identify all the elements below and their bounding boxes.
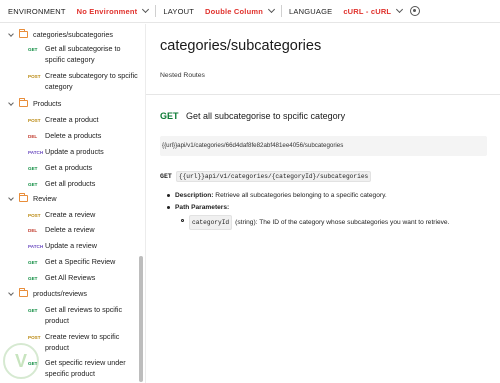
request-url[interactable]: {{url}}api/v1/categories/66d4daf8fe82abf…	[160, 136, 487, 156]
sidebar-request[interactable]: POST Create subcategory to spcific categ…	[28, 70, 142, 92]
watermark-logo: V	[3, 343, 39, 379]
request-label: Delete a review	[45, 225, 95, 234]
sidebar-request[interactable]: GET Get All Reviews	[28, 272, 142, 284]
language-selector[interactable]: LANGUAGE cURL - cURL	[289, 5, 404, 16]
folder-icon	[19, 98, 28, 107]
request-label: Create subcategory to spcific category	[45, 71, 138, 91]
description-item: Description: Retrieve all subcategories …	[167, 191, 497, 200]
description-label: Description:	[175, 192, 214, 199]
method-badge: POST	[28, 212, 41, 218]
sidebar-request[interactable]: PATCH Update a products	[28, 146, 142, 158]
method-badge: PATCH	[28, 149, 44, 155]
sidebar-folder-products[interactable]: Products	[8, 98, 62, 109]
sidebar-request[interactable]: GET Get specific review under specific p…	[28, 357, 142, 379]
request-label: Update a review	[45, 241, 97, 250]
request-details: Description: Retrieve all subcategories …	[167, 191, 497, 230]
folder-label: Products	[33, 99, 62, 108]
chevron-down-icon	[8, 100, 14, 106]
request-label: Get all products	[45, 179, 96, 188]
request-label: Get a Specific Review	[45, 257, 116, 266]
method-badge: POST	[28, 117, 41, 123]
top-bar: ENVIRONMENT No Environment LAYOUT Double…	[0, 0, 500, 23]
sidebar-request[interactable]: GET Get all products	[28, 178, 142, 190]
divider	[281, 5, 283, 17]
request-label: Delete a products	[45, 131, 102, 140]
folder-label: Review	[33, 194, 57, 203]
sidebar-request[interactable]: GET Get a Specific Review	[28, 256, 142, 268]
divider	[146, 94, 500, 95]
page-title: categories/subcategories	[160, 38, 322, 54]
sidebar-request[interactable]: DEL Delete a review	[28, 224, 142, 236]
sidebar-request[interactable]: GET Get all subcategorise to spcific cat…	[28, 43, 142, 65]
request-label: Create a review	[45, 210, 96, 219]
divider	[155, 5, 157, 17]
request-label: Update a products	[45, 147, 104, 156]
request-title: Get all subcategorise to spcific categor…	[186, 111, 346, 121]
request-method: GET	[160, 111, 179, 121]
chevron-down-icon	[8, 290, 14, 296]
folder-icon	[19, 29, 28, 38]
layout-selector[interactable]: LAYOUT Double Column	[163, 5, 276, 16]
sidebar-folder-categories[interactable]: categories/subcategories	[8, 29, 113, 40]
sidebar-folder-products-reviews[interactable]: products/reviews	[8, 288, 87, 299]
param-name: categoryId	[189, 215, 233, 230]
sidebar-request[interactable]: POST Create a product	[28, 114, 142, 126]
language-value[interactable]: cURL - cURL	[343, 7, 391, 16]
request-label: Get a products	[45, 163, 93, 172]
sidebar-request[interactable]: GET Get a products	[28, 162, 142, 174]
method-badge: GET	[28, 165, 38, 171]
environment-selector[interactable]: ENVIRONMENT No Environment	[8, 5, 150, 16]
method-badge: DEL	[28, 133, 38, 139]
param-text: (string): The ID of the category whose s…	[235, 219, 450, 226]
folder-icon	[19, 193, 28, 202]
chevron-down-icon	[396, 5, 404, 14]
request-label: Get All Reviews	[45, 273, 96, 282]
sidebar-request[interactable]: DEL Delete a products	[28, 130, 142, 142]
method-badge: GET	[28, 275, 38, 281]
method-badge: POST	[28, 73, 41, 79]
method-badge: GET	[28, 46, 38, 52]
main-content: categories/subcategories Nested Routes G…	[146, 24, 500, 383]
request-label: Create a product	[45, 115, 99, 124]
params-label: Path Parameters:	[175, 204, 230, 211]
method-badge: GET	[28, 181, 38, 187]
endpoint-method: GET	[160, 173, 172, 180]
logo-mark: V	[14, 350, 27, 371]
gear-icon[interactable]	[410, 6, 421, 16]
folder-label: products/reviews	[33, 289, 87, 298]
environment-label: ENVIRONMENT	[8, 6, 66, 16]
chevron-down-icon	[267, 5, 276, 14]
method-badge: GET	[28, 307, 38, 313]
language-label: LANGUAGE	[289, 6, 333, 16]
layout-value[interactable]: Double Column	[205, 7, 263, 16]
sidebar-request[interactable]: POST Create review to spcific product	[28, 331, 142, 353]
sidebar-request[interactable]: GET Get all reviews to spcific product	[28, 304, 142, 326]
sidebar: categories/subcategories GET Get all sub…	[0, 24, 146, 383]
request-label: Create review to spcific product	[45, 332, 120, 352]
chevron-down-icon	[8, 31, 14, 37]
chevron-down-icon	[142, 5, 150, 14]
request-label: Get all reviews to spcific product	[45, 305, 123, 325]
method-badge: DEL	[28, 227, 38, 233]
method-badge: POST	[28, 334, 41, 340]
folder-icon	[19, 288, 28, 297]
environment-value[interactable]: No Environment	[77, 7, 138, 16]
folder-label: categories/subcategories	[33, 30, 113, 39]
params-item: Path Parameters:	[167, 203, 497, 212]
description-text: Retrieve all subcategories belonging to …	[213, 192, 387, 199]
endpoint-line: GET {{url}}api/v1/categories/{categoryId…	[160, 171, 372, 182]
method-badge: PATCH	[28, 243, 44, 249]
layout-label: LAYOUT	[163, 6, 195, 16]
collection-description: Nested Routes	[160, 72, 205, 79]
sidebar-request[interactable]: POST Create a review	[28, 209, 142, 221]
sidebar-request[interactable]: PATCH Update a review	[28, 240, 142, 252]
request-label: Get specific review under specific produ…	[45, 358, 126, 378]
chevron-down-icon	[8, 195, 14, 201]
request-label: Get all subcategorise to spcific categor…	[45, 44, 121, 64]
endpoint-path: {{url}}api/v1/categories/{categoryId}/su…	[175, 171, 372, 182]
sidebar-folder-review[interactable]: Review	[8, 193, 57, 204]
param-item: categoryId (string): The ID of the categ…	[181, 215, 497, 230]
method-badge: GET	[28, 259, 38, 265]
sidebar-scrollbar[interactable]	[139, 256, 143, 382]
